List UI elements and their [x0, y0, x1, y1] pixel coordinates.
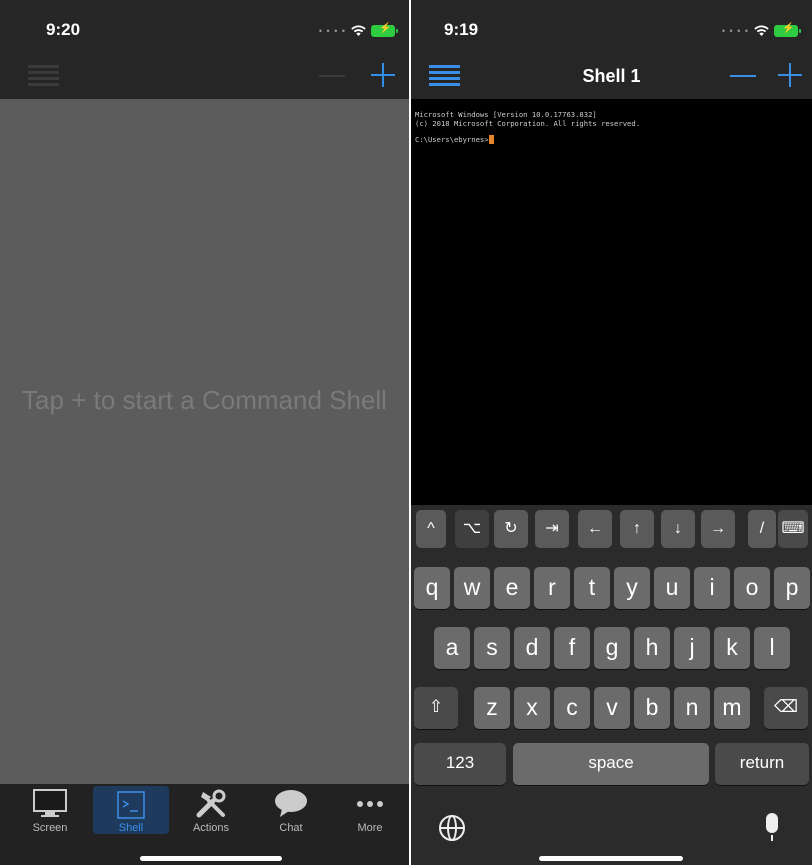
key-a[interactable]: a	[434, 627, 470, 669]
key-u[interactable]: u	[654, 567, 690, 609]
key-l[interactable]: l	[754, 627, 790, 669]
shift-key[interactable]: ⇧	[414, 687, 458, 729]
slash-key[interactable]: /	[748, 510, 776, 548]
monitor-icon	[33, 789, 67, 817]
terminal-prompt: C:\Users\ebyrnes>	[415, 135, 489, 144]
left-screen: 9:20 • • • • ⚡ Tap + to start a Command …	[0, 0, 409, 865]
tab-screen[interactable]: Screen	[20, 786, 80, 836]
key-g[interactable]: g	[594, 627, 630, 669]
add-shell-button[interactable]	[371, 63, 395, 87]
key-w[interactable]: w	[454, 567, 490, 609]
status-icons: • • • • ⚡	[721, 23, 801, 37]
key-y[interactable]: y	[614, 567, 650, 609]
tab-screen-label: Screen	[32, 822, 68, 834]
tab-chat[interactable]: Chat	[261, 786, 321, 836]
key-z[interactable]: z	[474, 687, 510, 729]
key-q[interactable]: q	[414, 567, 450, 609]
key-t[interactable]: t	[574, 567, 610, 609]
right-screen: 9:19 • • • • ⚡ Shell 1 Microsoft Windows…	[411, 0, 812, 865]
key-d[interactable]: d	[514, 627, 550, 669]
arrow-right-key[interactable]: →	[701, 510, 735, 548]
terminal-output[interactable]: Microsoft Windows [Version 10.0.17763.83…	[415, 110, 808, 144]
terminal-prompt-line: C:\Users\ebyrnes>	[415, 135, 808, 144]
wifi-icon	[351, 25, 366, 36]
globe-icon[interactable]	[439, 815, 465, 841]
list-icon[interactable]	[28, 65, 59, 87]
key-i[interactable]: i	[694, 567, 730, 609]
backspace-key[interactable]: ⌫	[764, 687, 808, 729]
tools-icon	[196, 789, 226, 818]
tab-shell-label: Shell	[118, 822, 144, 834]
tab-shell[interactable]: Shell	[93, 786, 169, 834]
return-key[interactable]: return	[715, 743, 809, 785]
chat-bubble-icon	[275, 790, 307, 817]
repeat-key[interactable]: ↻	[494, 510, 528, 548]
keyboard-toggle-icon[interactable]: ⌨	[778, 510, 808, 548]
keyboard: ^ ⌥ ↻ ⇥ ← ↑ ↓ → / ⌨ q w e r t y u i o p …	[411, 505, 812, 865]
home-indicator[interactable]	[539, 856, 683, 861]
tab-actions[interactable]: Actions	[181, 786, 241, 836]
remove-shell-button[interactable]	[730, 75, 756, 77]
remove-shell-button[interactable]	[319, 75, 345, 77]
key-m[interactable]: m	[714, 687, 750, 729]
key-r[interactable]: r	[534, 567, 570, 609]
home-indicator[interactable]	[140, 856, 282, 861]
status-icons: • • • • ⚡	[318, 23, 398, 37]
key-v[interactable]: v	[594, 687, 630, 729]
ctrl-key[interactable]: ^	[416, 510, 446, 548]
key-j[interactable]: j	[674, 627, 710, 669]
tab-key[interactable]: ⇥	[535, 510, 569, 548]
key-f[interactable]: f	[554, 627, 590, 669]
empty-state-message: Tap + to start a Command Shell	[22, 385, 387, 415]
status-time: 9:19	[444, 20, 479, 39]
status-time: 9:20	[46, 20, 81, 39]
arrow-left-key[interactable]: ←	[578, 510, 612, 548]
battery-icon: ⚡	[371, 23, 398, 37]
terminal-cursor	[488, 135, 494, 144]
key-o[interactable]: o	[734, 567, 770, 609]
tab-more[interactable]: More	[340, 786, 400, 836]
key-n[interactable]: n	[674, 687, 710, 729]
tab-more-label: More	[357, 822, 383, 834]
key-k[interactable]: k	[714, 627, 750, 669]
nav-bar: Shell 1	[411, 52, 812, 99]
space-key[interactable]: space	[513, 743, 709, 785]
key-b[interactable]: b	[634, 687, 670, 729]
option-key[interactable]: ⌥	[455, 510, 489, 548]
add-shell-button[interactable]	[778, 63, 802, 87]
key-p[interactable]: p	[774, 567, 810, 609]
wifi-icon	[754, 25, 769, 36]
key-e[interactable]: e	[494, 567, 530, 609]
tab-chat-label: Chat	[279, 822, 303, 834]
arrow-down-key[interactable]: ↓	[661, 510, 695, 548]
microphone-icon[interactable]	[766, 813, 778, 841]
battery-icon: ⚡	[774, 23, 801, 37]
terminal-line: Microsoft Windows [Version 10.0.17763.83…	[415, 110, 597, 119]
nav-bar	[0, 52, 409, 99]
tab-actions-label: Actions	[192, 822, 230, 834]
arrow-up-key[interactable]: ↑	[620, 510, 654, 548]
signal-icon: • • • •	[721, 26, 749, 36]
status-bar: 9:19 • • • • ⚡	[411, 0, 812, 52]
signal-icon: • • • •	[318, 26, 346, 36]
terminal-icon	[117, 791, 145, 819]
numbers-key[interactable]: 123	[414, 743, 506, 785]
key-x[interactable]: x	[514, 687, 550, 729]
status-bar: 9:20 • • • • ⚡	[0, 0, 409, 52]
key-c[interactable]: c	[554, 687, 590, 729]
terminal-line: (c) 2018 Microsoft Corporation. All righ…	[415, 119, 641, 128]
more-dots-icon	[357, 801, 383, 807]
key-h[interactable]: h	[634, 627, 670, 669]
key-s[interactable]: s	[474, 627, 510, 669]
tab-bar: Screen Shell Actions Chat More	[0, 784, 409, 865]
